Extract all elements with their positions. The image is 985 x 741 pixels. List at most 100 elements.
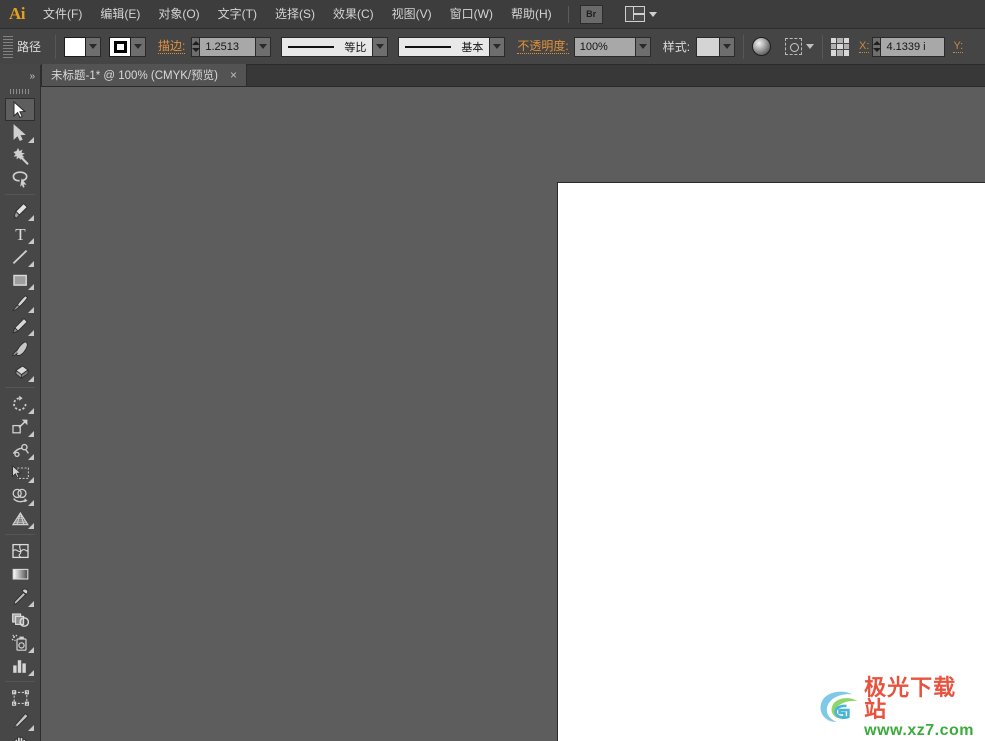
pencil-tool[interactable] <box>5 314 35 337</box>
column-graph-tool[interactable] <box>5 654 35 677</box>
menu-effect[interactable]: 效果(C) <box>324 0 383 29</box>
pen-tool[interactable] <box>5 199 35 222</box>
bridge-button[interactable]: Br <box>580 5 603 24</box>
magic-wand-tool[interactable] <box>5 144 35 167</box>
rotate-tool[interactable] <box>5 392 35 415</box>
menu-object[interactable]: 对象(O) <box>149 0 208 29</box>
arrange-documents-button[interactable] <box>625 6 657 22</box>
brush-value: 基本 <box>461 39 483 55</box>
x-coordinate-control[interactable]: 4.1339 i <box>872 37 945 57</box>
stroke-dropdown-icon[interactable] <box>131 37 146 57</box>
flyout-indicator-icon <box>28 376 34 382</box>
opacity-input[interactable]: 100% <box>574 37 636 57</box>
lasso-tool[interactable] <box>5 167 35 190</box>
close-icon[interactable]: × <box>230 68 237 82</box>
line-segment-tool[interactable] <box>5 245 35 268</box>
brush-definition-control[interactable]: 基本 <box>398 37 505 57</box>
selection-tool[interactable] <box>5 98 35 121</box>
artboard[interactable] <box>557 182 985 741</box>
style-swatch[interactable] <box>696 37 720 57</box>
tools-divider <box>5 534 35 535</box>
stroke-color-control[interactable] <box>109 37 146 57</box>
opacity-label[interactable]: 不透明度: <box>517 40 568 54</box>
flyout-indicator-icon <box>28 307 34 313</box>
opacity-dropdown-icon[interactable] <box>636 37 651 57</box>
style-control[interactable] <box>696 37 735 57</box>
flyout-indicator-icon <box>28 284 34 290</box>
svg-text:T: T <box>15 225 26 243</box>
symbol-sprayer-tool[interactable] <box>5 631 35 654</box>
x-coordinate-label: X: <box>859 40 869 53</box>
hand-tool[interactable] <box>5 732 35 741</box>
slice-tool[interactable] <box>5 709 35 732</box>
menu-select[interactable]: 选择(S) <box>266 0 324 29</box>
menu-edit[interactable]: 编辑(E) <box>91 0 149 29</box>
direct-selection-tool[interactable] <box>5 121 35 144</box>
gradient-tool[interactable] <box>5 562 35 585</box>
align-to-control[interactable] <box>785 38 814 55</box>
artboard-tool[interactable] <box>5 686 35 709</box>
fill-control[interactable] <box>64 37 101 57</box>
style-dropdown-icon[interactable] <box>720 37 735 57</box>
y-coordinate-label: Y: <box>953 40 963 53</box>
x-coordinate-stepper[interactable] <box>872 37 881 57</box>
width-tool[interactable] <box>5 438 35 461</box>
illustrator-window: Ai 文件(F) 编辑(E) 对象(O) 文字(T) 选择(S) 效果(C) 视… <box>0 0 985 741</box>
align-to-icon[interactable] <box>785 38 802 55</box>
stroke-weight-label[interactable]: 描边: <box>158 40 185 54</box>
reference-point-grid-icon[interactable] <box>831 38 849 56</box>
shape-builder-tool[interactable] <box>5 484 35 507</box>
menu-window[interactable]: 窗口(W) <box>441 0 502 29</box>
free-transform-tool[interactable] <box>5 461 35 484</box>
blend-tool[interactable] <box>5 608 35 631</box>
x-coordinate-input[interactable]: 4.1339 i <box>881 37 945 57</box>
mesh-tool[interactable] <box>5 539 35 562</box>
brush-preview <box>405 46 451 48</box>
control-bar-grip[interactable] <box>3 36 13 58</box>
tools-divider <box>5 681 35 682</box>
blob-brush-tool[interactable] <box>5 337 35 360</box>
stroke-profile-combo[interactable]: 等比 <box>281 37 373 57</box>
stroke-profile-preview <box>288 46 334 48</box>
collapse-panel-icon[interactable]: » <box>29 71 34 82</box>
divider <box>55 35 56 59</box>
stroke-weight-input[interactable]: 1.2513 <box>200 37 256 57</box>
tools-panel-grip[interactable] <box>10 87 30 96</box>
stroke-swatch[interactable] <box>109 37 131 57</box>
eyedropper-tool[interactable] <box>5 585 35 608</box>
flyout-indicator-icon <box>28 238 34 244</box>
control-bar: 路径 描边: 1.2513 等比 <box>0 29 985 65</box>
stroke-weight-dropdown-icon[interactable] <box>256 37 271 57</box>
stroke-weight-control[interactable]: 1.2513 <box>191 37 271 57</box>
flyout-indicator-icon <box>28 647 34 653</box>
brush-definition-combo[interactable]: 基本 <box>398 37 490 57</box>
stroke-profile-control[interactable]: 等比 <box>281 37 388 57</box>
type-tool[interactable]: T <box>5 222 35 245</box>
style-label: 样式: <box>663 38 690 55</box>
flyout-indicator-icon <box>28 500 34 506</box>
scale-tool[interactable] <box>5 415 35 438</box>
fill-dropdown-icon[interactable] <box>86 37 101 57</box>
paintbrush-tool[interactable] <box>5 291 35 314</box>
fill-swatch[interactable] <box>64 37 86 57</box>
eraser-tool[interactable] <box>5 360 35 383</box>
opacity-control[interactable]: 100% <box>574 37 651 57</box>
rectangle-tool[interactable] <box>5 268 35 291</box>
stroke-weight-stepper[interactable] <box>191 37 200 57</box>
align-chevron-down-icon[interactable] <box>806 44 814 49</box>
menu-file[interactable]: 文件(F) <box>34 0 91 29</box>
brush-dropdown-icon[interactable] <box>490 37 505 57</box>
recolor-artwork-icon[interactable] <box>752 37 771 56</box>
flyout-indicator-icon <box>28 601 34 607</box>
menu-view[interactable]: 视图(V) <box>383 0 441 29</box>
divider <box>743 35 744 59</box>
stroke-profile-dropdown-icon[interactable] <box>373 37 388 57</box>
menu-type[interactable]: 文字(T) <box>209 0 266 29</box>
flyout-indicator-icon <box>28 523 34 529</box>
menu-help[interactable]: 帮助(H) <box>502 0 561 29</box>
stroke-profile-value: 等比 <box>344 39 366 55</box>
app-logo: Ai <box>0 0 34 29</box>
perspective-grid-tool[interactable] <box>5 507 35 530</box>
canvas-area[interactable] <box>41 87 985 741</box>
document-tab[interactable]: 未标题-1* @ 100% (CMYK/预览) × <box>41 64 247 86</box>
